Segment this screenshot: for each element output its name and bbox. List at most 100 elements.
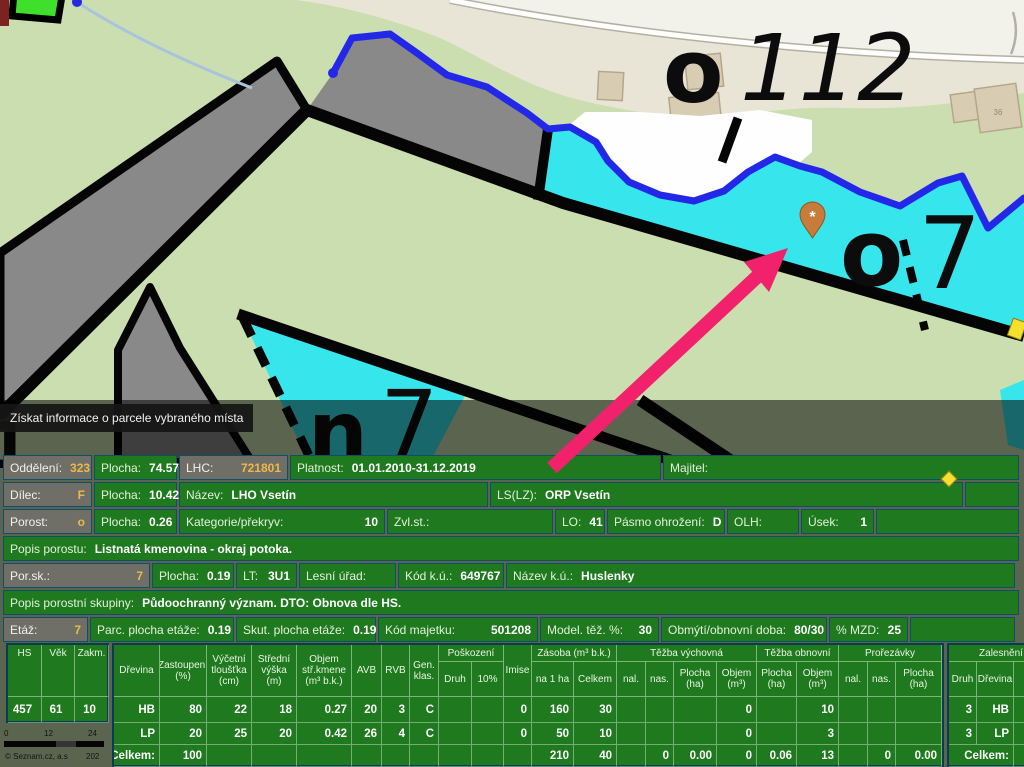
zalesneni-row-hb: 3HB0.04 — [949, 697, 1024, 723]
table-cell: 0.42 — [297, 723, 352, 745]
group-tezba-vychovna: Těžba výchovná — [617, 645, 757, 662]
building-number-36: 36 — [994, 108, 1003, 117]
info-row-popis-skupiny: Popis porostní skupiny:Půdoochranný význ… — [3, 590, 1021, 615]
table-cell — [839, 697, 868, 723]
field-plocha-por: Plocha:0.26 — [94, 509, 177, 534]
table-cell: 0 — [504, 697, 532, 723]
table-cell: 61 — [42, 697, 75, 723]
zalesneni-row-lp: 3LP0.02 — [949, 723, 1024, 745]
table-cell: 3 — [949, 723, 977, 745]
field-majitel: Majitel: — [663, 455, 1019, 480]
table-cell: 4 — [382, 723, 410, 745]
field-pasmo: Pásmo ohrožení:D — [607, 509, 725, 534]
table-cell: 100 — [160, 745, 207, 767]
table-cell: 0 — [504, 723, 532, 745]
field-olh: OLH: — [727, 509, 799, 534]
table-cell — [617, 697, 646, 723]
table-cell: 0.02 — [1014, 723, 1024, 745]
col-zal-drevina: Dřevina — [977, 662, 1014, 697]
table-cell — [868, 697, 896, 723]
field-nazev: Název:LHO Vsetín — [179, 482, 488, 507]
col-tv-plocha: Plocha (ha) — [674, 662, 717, 697]
group-prorezavky: Prořezávky — [839, 645, 942, 662]
table-cell: 10 — [797, 697, 839, 723]
field-skut-plocha: Skut. plocha etáže:0.19 — [236, 617, 376, 642]
col-pr-nas: nas. — [868, 662, 896, 697]
label-o7-number: 7 — [918, 195, 982, 312]
info-row-porsk: Por.sk.:7 Plocha:0.19 LT:3U1 Lesní úřad:… — [3, 563, 1021, 588]
col-tv-nas: nas. — [646, 662, 674, 697]
table-cell — [439, 723, 472, 745]
field-porsk: Por.sk.:7 — [3, 563, 150, 588]
zalesneni-row-celkem: Celkem:0.06 — [949, 745, 1024, 767]
group-zasoba: Zásoba (m³ b.k.) — [532, 645, 617, 662]
field-kod-ku: Kód k.ú.:649767 — [398, 563, 504, 588]
species-main-box: Dřevina Zastoupení (%) Výčetní tloušťka … — [112, 643, 944, 767]
col-drevina: Dřevina — [114, 645, 160, 697]
table-cell — [439, 697, 472, 723]
col-gen-klas: Gen. klas. — [410, 645, 439, 697]
field-oddeleni: Oddělení:323 — [3, 455, 92, 480]
map-tooltip: Získat informace o parcele vybraného mís… — [0, 404, 253, 432]
table-cell: 0.00 — [896, 745, 942, 767]
field-lt: LT:3U1 — [236, 563, 297, 588]
field-usek: Úsek:1 — [801, 509, 874, 534]
table-cell — [297, 745, 352, 767]
col-zasoba-celkem: Celkem — [574, 662, 617, 697]
table-cell — [896, 697, 942, 723]
table-cell — [382, 745, 410, 767]
table-cell — [646, 697, 674, 723]
table-cell — [617, 745, 646, 767]
col-rvb: RVB — [382, 645, 410, 697]
col-hs: HS — [8, 645, 42, 697]
species-row-celkem: Celkem:1002104000.0000.061300.00 — [114, 745, 942, 767]
species-row-lp: LP2025200.42264C0501003 — [114, 723, 942, 745]
label-o112-letter: o — [663, 20, 723, 123]
group-tezba-obnovni: Těžba obnovní — [757, 645, 839, 662]
species-left-box: HS Věk Zakm. 4576110 — [6, 643, 109, 723]
table-cell — [252, 745, 297, 767]
col-posk-10: 10% — [472, 662, 504, 697]
field-parc-plocha: Parc. plocha etáže:0.19 — [90, 617, 234, 642]
table-cell: Celkem: — [949, 745, 1014, 767]
field-porost: Porost:o — [3, 509, 92, 534]
table-cell — [757, 723, 797, 745]
field-etaz: Etáž:7 — [3, 617, 88, 642]
col-to-objem: Objem (m³) — [797, 662, 839, 697]
field-empty — [910, 617, 1015, 642]
field-kategorie: Kategorie/překryv:10 — [179, 509, 385, 534]
table-cell: 25 — [207, 723, 252, 745]
field-popis-porostu: Popis porostu:Listnatá kmenovina - okraj… — [3, 536, 1019, 561]
field-lesni-urad: Lesní úřad: — [299, 563, 396, 588]
table-cell: 0.04 — [1014, 697, 1024, 723]
info-row-porost: Porost:o Plocha:0.26 Kategorie/překryv:1… — [3, 509, 1021, 534]
table-cell — [674, 723, 717, 745]
table-cell: 20 — [252, 723, 297, 745]
table-cell: 80 — [160, 697, 207, 723]
table-cell: 0.00 — [674, 745, 717, 767]
col-zakm: Zakm. — [75, 645, 109, 697]
col-avb: AVB — [352, 645, 382, 697]
table-cell: 26 — [352, 723, 382, 745]
table-cell: 0 — [646, 745, 674, 767]
table-cell — [472, 697, 504, 723]
table-cell: 50 — [532, 723, 574, 745]
table-cell: 20 — [352, 697, 382, 723]
field-dilec: Dílec:F — [3, 482, 92, 507]
col-tv-nal: nal. — [617, 662, 646, 697]
table-cell: 210 — [532, 745, 574, 767]
table-cell: 13 — [797, 745, 839, 767]
field-lhc: LHC:721801 — [179, 455, 288, 480]
col-tv-objem: Objem (m³) — [717, 662, 757, 697]
field-zvlst: Zvl.st.: — [387, 509, 553, 534]
col-zal-druh: Druh — [949, 662, 977, 697]
table-cell: 30 — [574, 697, 617, 723]
label-o7-letter: o — [840, 200, 903, 307]
table-cell — [868, 723, 896, 745]
col-na1ha: na 1 ha — [532, 662, 574, 697]
col-pr-plocha: Plocha (ha) — [896, 662, 942, 697]
group-zalesneni: Zalesnění — [949, 645, 1024, 662]
table-cell — [439, 745, 472, 767]
table-cell: 0 — [717, 745, 757, 767]
table-cell: HB — [977, 697, 1014, 723]
